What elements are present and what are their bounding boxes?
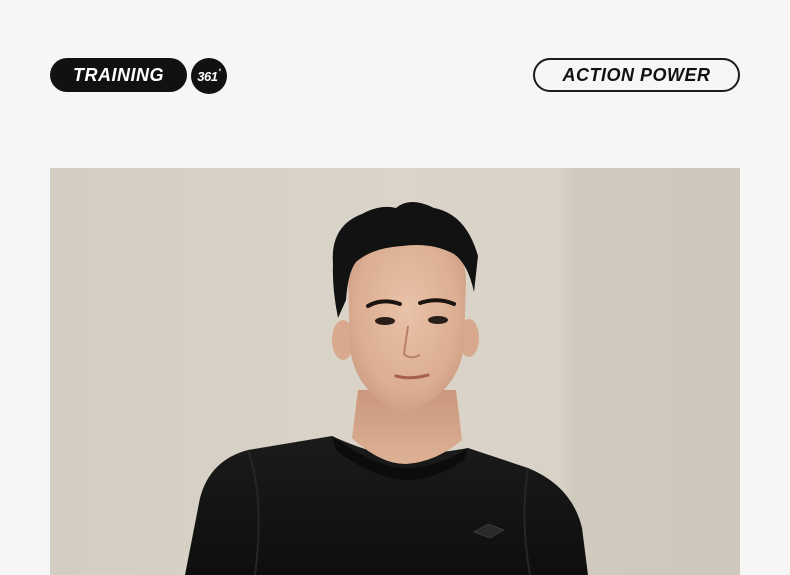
right-eye <box>428 316 448 324</box>
logo-text: 361 <box>197 68 218 84</box>
logo-degree: ° <box>218 68 221 76</box>
brand-logo-361: 361 ° <box>191 58 227 94</box>
training-badge: TRAINING <box>50 58 187 92</box>
training-label: TRAINING <box>73 64 164 85</box>
action-power-badge: ACTION POWER <box>533 58 740 92</box>
action-label: ACTION POWER <box>562 64 711 85</box>
model-illustration <box>50 168 740 575</box>
left-eye <box>375 317 395 325</box>
header: TRAINING 361 ° ACTION POWER <box>0 0 790 150</box>
product-photo <box>50 168 740 575</box>
